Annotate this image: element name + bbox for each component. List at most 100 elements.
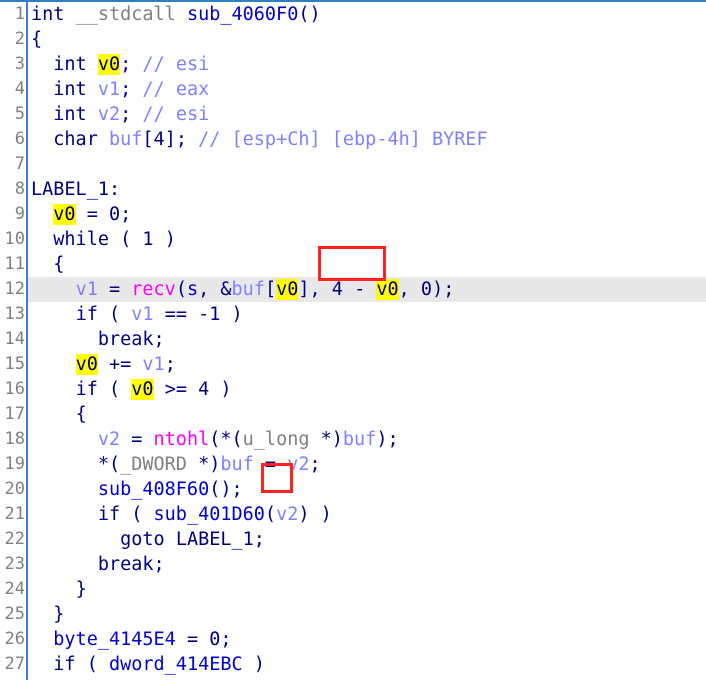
code-text[interactable]: break;: [28, 327, 706, 352]
code-text[interactable]: int v1; // eax: [28, 77, 706, 102]
token-punct: (: [175, 279, 187, 300]
code-line[interactable]: 25 }: [0, 602, 706, 627]
token-number: 0: [209, 629, 221, 650]
token: dword_414EBC: [108, 654, 243, 675]
code-line[interactable]: 7: [0, 152, 706, 177]
token-punct: *(: [97, 454, 121, 475]
code-text[interactable]: if ( sub_401D60(v2) ): [28, 502, 706, 527]
code-line[interactable]: 10 while ( 1 ): [0, 227, 706, 252]
token-punct: =: [186, 629, 199, 650]
code-text[interactable]: {: [28, 27, 706, 52]
line-number: 11: [0, 252, 26, 277]
token-punct: {: [75, 404, 87, 425]
code-text[interactable]: v0 = 0;: [28, 202, 706, 227]
code-line[interactable]: 17 {: [0, 402, 706, 427]
code-text[interactable]: v0 += v1;: [28, 352, 706, 377]
line-number: 7: [0, 152, 26, 177]
code-line[interactable]: 23 break;: [0, 552, 706, 577]
token-punct: ): [220, 379, 232, 400]
code-line[interactable]: 4 int v1; // eax: [0, 77, 706, 102]
token: v1: [131, 304, 154, 325]
code-line[interactable]: 22 goto LABEL_1;: [0, 527, 706, 552]
token-punct: *): [320, 429, 343, 450]
code-text[interactable]: }: [28, 577, 706, 602]
token: break: [97, 554, 154, 575]
token-punct: ();: [209, 479, 243, 500]
code-line[interactable]: 16 if ( v0 >= 4 ): [0, 377, 706, 402]
pseudocode-window: 1 int __stdcall sub_4060F0() 2{3 int v0; /…: [0, 0, 706, 680]
code-text[interactable]: if ( v1 == -1 ): [28, 302, 706, 327]
code-line[interactable]: 6 char buf[4]; // [esp+Ch] [ebp-4h] BYRE…: [0, 127, 706, 152]
token-punct: {: [53, 254, 65, 275]
code-text[interactable]: {: [28, 252, 706, 277]
token: buf: [108, 129, 143, 150]
code-text[interactable]: if ( dword_414EBC ): [28, 652, 706, 677]
code-line[interactable]: 12 v1 = recv(s, &buf[v0], 4 - v0, 0);: [0, 277, 706, 302]
token: v2: [97, 104, 121, 125]
token-number: 0: [108, 204, 121, 225]
line-number: 8: [0, 177, 26, 202]
code-text[interactable]: if ( v0 >= 4 ): [28, 377, 706, 402]
line-number: 5: [0, 102, 26, 127]
token-punct: ;: [253, 529, 265, 550]
token-punct: ;: [120, 204, 132, 225]
token-number: -1: [198, 304, 221, 325]
code-text[interactable]: int v0; // esi: [28, 52, 706, 77]
token-punct: ;: [153, 554, 165, 575]
code-line[interactable]: 18 v2 = ntohl(*(u_long *)buf);: [0, 427, 706, 452]
code-line[interactable]: 3 int v0; // esi: [0, 52, 706, 77]
line-number: 15: [0, 352, 26, 377]
token-punct: (: [264, 504, 277, 525]
code-text[interactable]: break;: [28, 552, 706, 577]
line-number: 16: [0, 377, 26, 402]
code-line[interactable]: 13 if ( v1 == -1 ): [0, 302, 706, 327]
code-line[interactable]: 27 if ( dword_414EBC ): [0, 652, 706, 677]
code-line[interactable]: 21 if ( sub_401D60(v2) ): [0, 502, 706, 527]
code-text[interactable]: v2 = ntohl(*(u_long *)buf);: [28, 427, 706, 452]
code-text[interactable]: while ( 1 ): [28, 227, 706, 252]
code-text[interactable]: sub_408F60();: [28, 477, 706, 502]
code-text[interactable]: char buf[4]; // [esp+Ch] [ebp-4h] BYREF: [28, 127, 706, 152]
token-number: 4: [153, 129, 165, 150]
code-line[interactable]: 24 }: [0, 577, 706, 602]
token: while: [53, 229, 109, 250]
token-punct: &: [220, 279, 232, 300]
token: buf: [220, 454, 254, 475]
code-line[interactable]: 26 byte_4145E4 = 0;: [0, 627, 706, 652]
code-text[interactable]: int __stdcall sub_4060F0(): [28, 2, 706, 27]
line-number: 25: [0, 602, 26, 627]
code-line[interactable]: 19 *(_DWORD *)buf = v2;: [0, 452, 706, 477]
token-highlighted: v0: [97, 54, 121, 75]
code-line[interactable]: 2{: [0, 27, 706, 52]
line-number: 24: [0, 577, 26, 602]
token: int: [53, 104, 87, 125]
code-line[interactable]: 15 v0 += v1;: [0, 352, 706, 377]
code-area[interactable]: 1 int __stdcall sub_4060F0() 2{3 int v0; /…: [0, 2, 706, 680]
token-punct: ;: [120, 54, 132, 75]
line-number: 13: [0, 302, 26, 327]
token-punct: (: [86, 654, 98, 675]
code-line[interactable]: 11 {: [0, 252, 706, 277]
code-text[interactable]: }: [28, 602, 706, 627]
code-text[interactable]: byte_4145E4 = 0;: [28, 627, 706, 652]
code-line[interactable]: 8 LABEL_1:: [0, 177, 706, 202]
token: byte_4145E4: [53, 629, 176, 650]
code-text[interactable]: v1 = recv(s, &buf[v0], 4 - v0, 0);: [28, 277, 706, 302]
token: __stdcall: [75, 4, 176, 25]
code-line[interactable]: 9 v0 = 0;: [0, 202, 706, 227]
code-text[interactable]: *(_DWORD *)buf = v2;: [28, 452, 706, 477]
line-number: 1: [0, 2, 26, 27]
code-text[interactable]: LABEL_1:: [28, 177, 706, 202]
token-number: 0: [420, 279, 433, 300]
code-line[interactable]: 1 int __stdcall sub_4060F0(): [0, 2, 706, 27]
line-number: 9: [0, 202, 26, 227]
code-text[interactable]: {: [28, 402, 706, 427]
code-text[interactable]: int v2; // esi: [28, 102, 706, 127]
code-text[interactable]: goto LABEL_1;: [28, 527, 706, 552]
line-number: 19: [0, 452, 26, 477]
code-line[interactable]: 5 int v2; // esi: [0, 102, 706, 127]
token-number: 1: [142, 229, 154, 250]
code-line[interactable]: 14 break;: [0, 327, 706, 352]
line-number: 26: [0, 627, 26, 652]
code-line[interactable]: 20 sub_408F60();: [0, 477, 706, 502]
